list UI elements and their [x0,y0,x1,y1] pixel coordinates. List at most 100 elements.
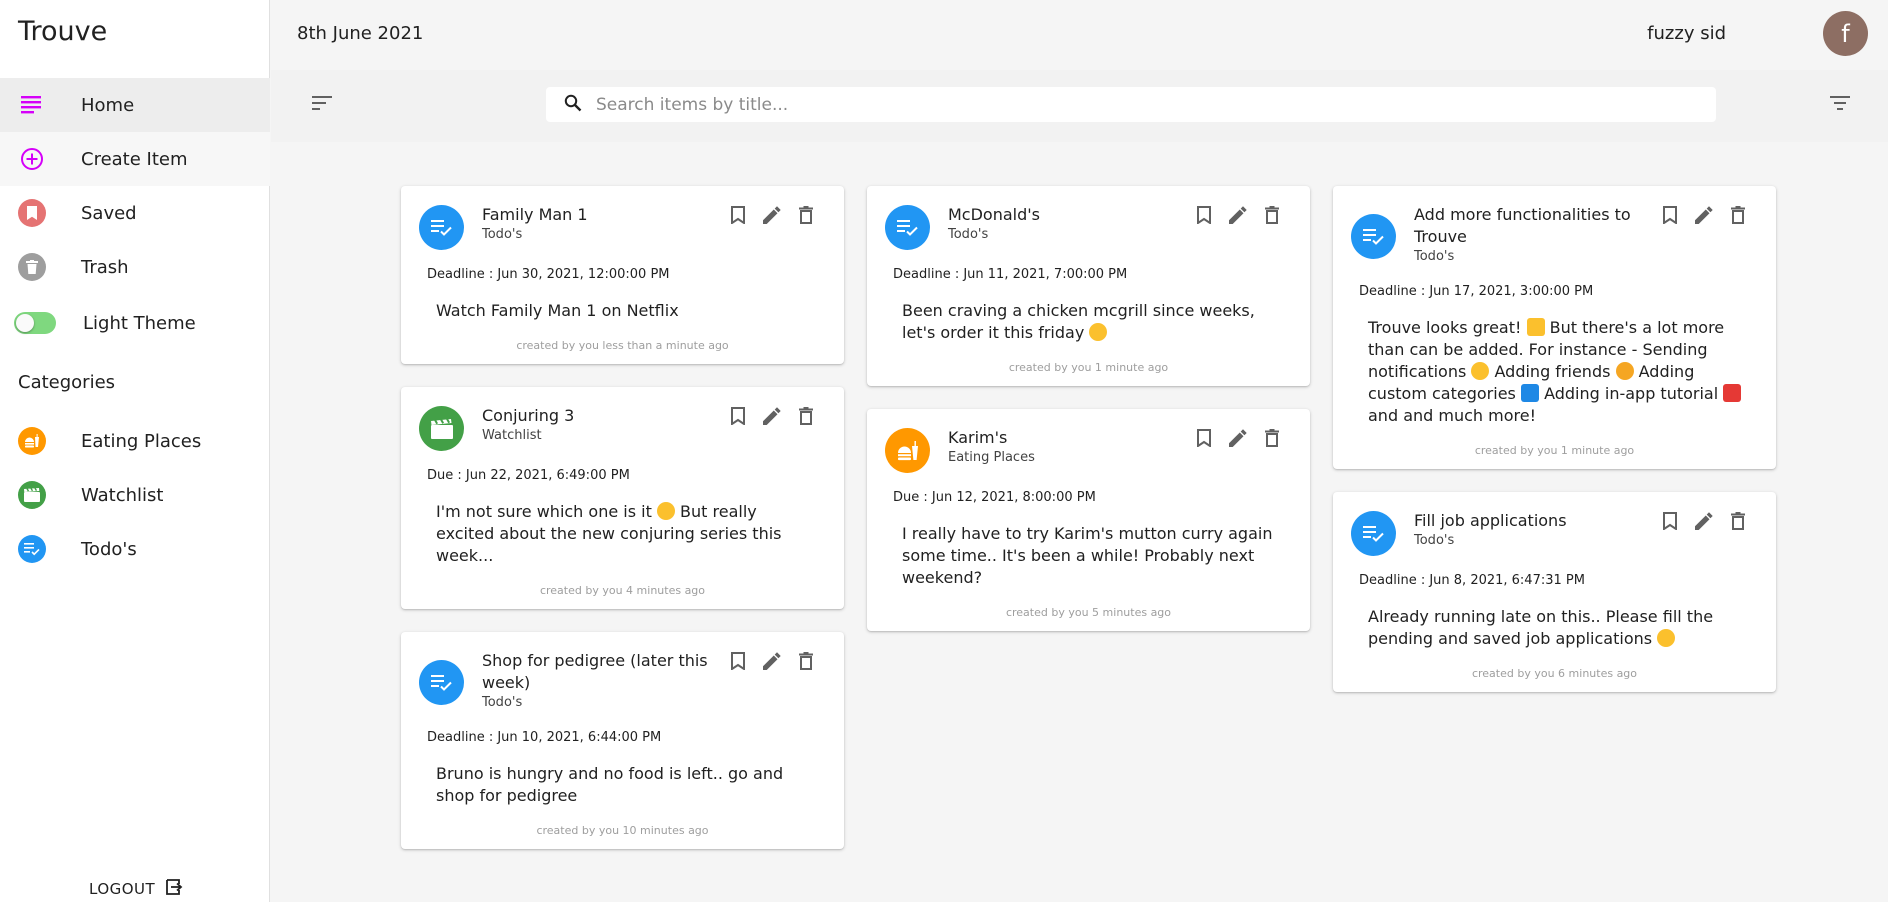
item-card[interactable]: Karim's Eating Places Due : Jun 12, 2021… [867,409,1310,631]
new-button-emoji-icon [1520,384,1539,402]
card-category: Todo's [482,227,523,242]
nav-saved[interactable]: Saved [0,186,270,240]
item-card[interactable]: Family Man 1 Todo's Deadline : Jun 30, 2… [401,186,844,364]
nav-label-create-item: Create Item [81,148,188,170]
item-card[interactable]: Fill job applications Todo's Deadline : … [1333,492,1776,692]
logout-icon [165,878,183,900]
category-label: Todo's [81,538,137,560]
logout-button[interactable]: LOGOUT [89,878,183,900]
item-card[interactable]: Add more functionalities to Trouve Todo'… [1333,186,1776,469]
card-title: Karim's [948,428,1008,447]
bookmark-icon[interactable] [1194,204,1214,226]
card-title: Add more functionalities to Trouve [1414,205,1631,246]
boy-emoji-icon [1615,362,1634,380]
fastfood-icon [885,428,930,473]
filter-icon[interactable] [1829,95,1851,115]
card-title: Fill job applications [1414,511,1567,530]
card-category: Todo's [482,695,523,710]
card-description: Watch Family Man 1 on Netflix [436,301,679,320]
category-eating-places[interactable]: Eating Places [0,414,270,468]
nav-label-saved: Saved [81,202,137,224]
playlist-check-icon [419,205,464,250]
category-label: Watchlist [81,484,164,506]
card-text: and and much more! [1368,406,1536,425]
card-deadline: Deadline : Jun 30, 2021, 12:00:00 PM [427,267,670,282]
username: fuzzy sid [1647,23,1726,44]
card-deadline: Deadline : Jun 8, 2021, 6:47:31 PM [1359,573,1585,588]
card-description: I really have to try Karim's mutton curr… [902,524,1273,587]
movie-icon [18,481,46,509]
card-created: created by you 1 minute ago [1008,361,1169,374]
card-description: Trouve looks great! But there's a lot mo… [1368,317,1744,427]
edit-icon[interactable] [762,204,782,226]
delete-icon[interactable] [1262,427,1282,449]
card-created: created by you 6 minutes ago [1471,667,1638,680]
item-card[interactable]: Shop for pedigree (later this week) Todo… [401,632,844,849]
avatar[interactable]: f [1823,11,1868,56]
sort-icon[interactable] [312,95,334,115]
edit-icon[interactable] [1228,204,1248,226]
category-todos[interactable]: Todo's [0,522,270,576]
bookmark-icon[interactable] [1660,510,1680,532]
playlist-check-icon [885,205,930,250]
nav-create-item[interactable]: Create Item [0,132,270,186]
search-input[interactable] [596,94,1596,115]
fastfood-icon [18,427,46,455]
edit-icon[interactable] [762,405,782,427]
playlist-check-icon [1351,214,1396,259]
rolling-eyes-emoji-icon [1657,629,1676,647]
logout-label: LOGOUT [89,880,156,898]
edit-icon[interactable] [1694,510,1714,532]
card-created: created by you 10 minutes ago [536,824,709,837]
delete-icon[interactable] [1262,204,1282,226]
delete-icon[interactable] [1728,204,1748,226]
nav-label-light-theme: Light Theme [83,312,196,334]
card-deadline: Deadline : Jun 17, 2021, 3:00:00 PM [1359,284,1594,299]
bookmark-icon[interactable] [728,650,748,672]
card-title: McDonald's [948,205,1040,224]
edit-icon[interactable] [762,650,782,672]
delete-icon[interactable] [1728,510,1748,532]
delete-icon[interactable] [796,650,816,672]
add-circle-icon [18,145,46,173]
card-category: Watchlist [482,428,542,443]
toggle-knob [16,314,34,332]
sad-face-emoji-icon [656,502,675,520]
delete-icon[interactable] [796,204,816,226]
trash-icon [18,253,46,281]
card-title: Conjuring 3 [482,406,575,425]
edit-icon[interactable] [1694,204,1714,226]
card-description: Been craving a chicken mcgrill since wee… [902,300,1278,344]
card-column: Add more functionalities to Trouve Todo'… [1333,186,1776,715]
bookmark-icon[interactable] [1194,427,1214,449]
bookmark-icon[interactable] [1660,204,1680,226]
card-category: Eating Places [948,450,1035,465]
delete-icon[interactable] [796,405,816,427]
playlist-check-icon [18,535,46,563]
playlist-check-icon [1351,511,1396,556]
category-label: Eating Places [81,430,202,452]
card-category: Todo's [1414,249,1455,264]
nav-home[interactable]: Home [0,78,270,132]
theme-toggle[interactable] [14,312,56,334]
nav-label-trash: Trash [81,256,129,278]
item-card[interactable]: Conjuring 3 Watchlist Due : Jun 22, 2021… [401,387,844,609]
nav-trash[interactable]: Trash [0,240,270,294]
card-created: created by you less than a minute ago [516,339,729,352]
card-title: Shop for pedigree (later this week) [482,651,708,692]
card-category: Todo's [948,227,989,242]
bookmark-icon[interactable] [728,204,748,226]
search-bar [546,87,1716,122]
card-column: Family Man 1 Todo's Deadline : Jun 30, 2… [401,186,844,872]
categories-heading: Categories [18,372,116,393]
edit-icon[interactable] [1228,427,1248,449]
sidebar: Trouve Home Create Item Saved Trash Ligh… [0,0,270,902]
card-category: Todo's [1414,533,1455,548]
playlist-check-icon [419,660,464,705]
card-column: McDonald's Todo's Deadline : Jun 11, 202… [867,186,1310,654]
current-date: 8th June 2021 [297,23,424,44]
item-card[interactable]: McDonald's Todo's Deadline : Jun 11, 202… [867,186,1310,386]
bookmark-icon[interactable] [728,405,748,427]
category-watchlist[interactable]: Watchlist [0,468,270,522]
bookmark-icon [18,199,46,227]
